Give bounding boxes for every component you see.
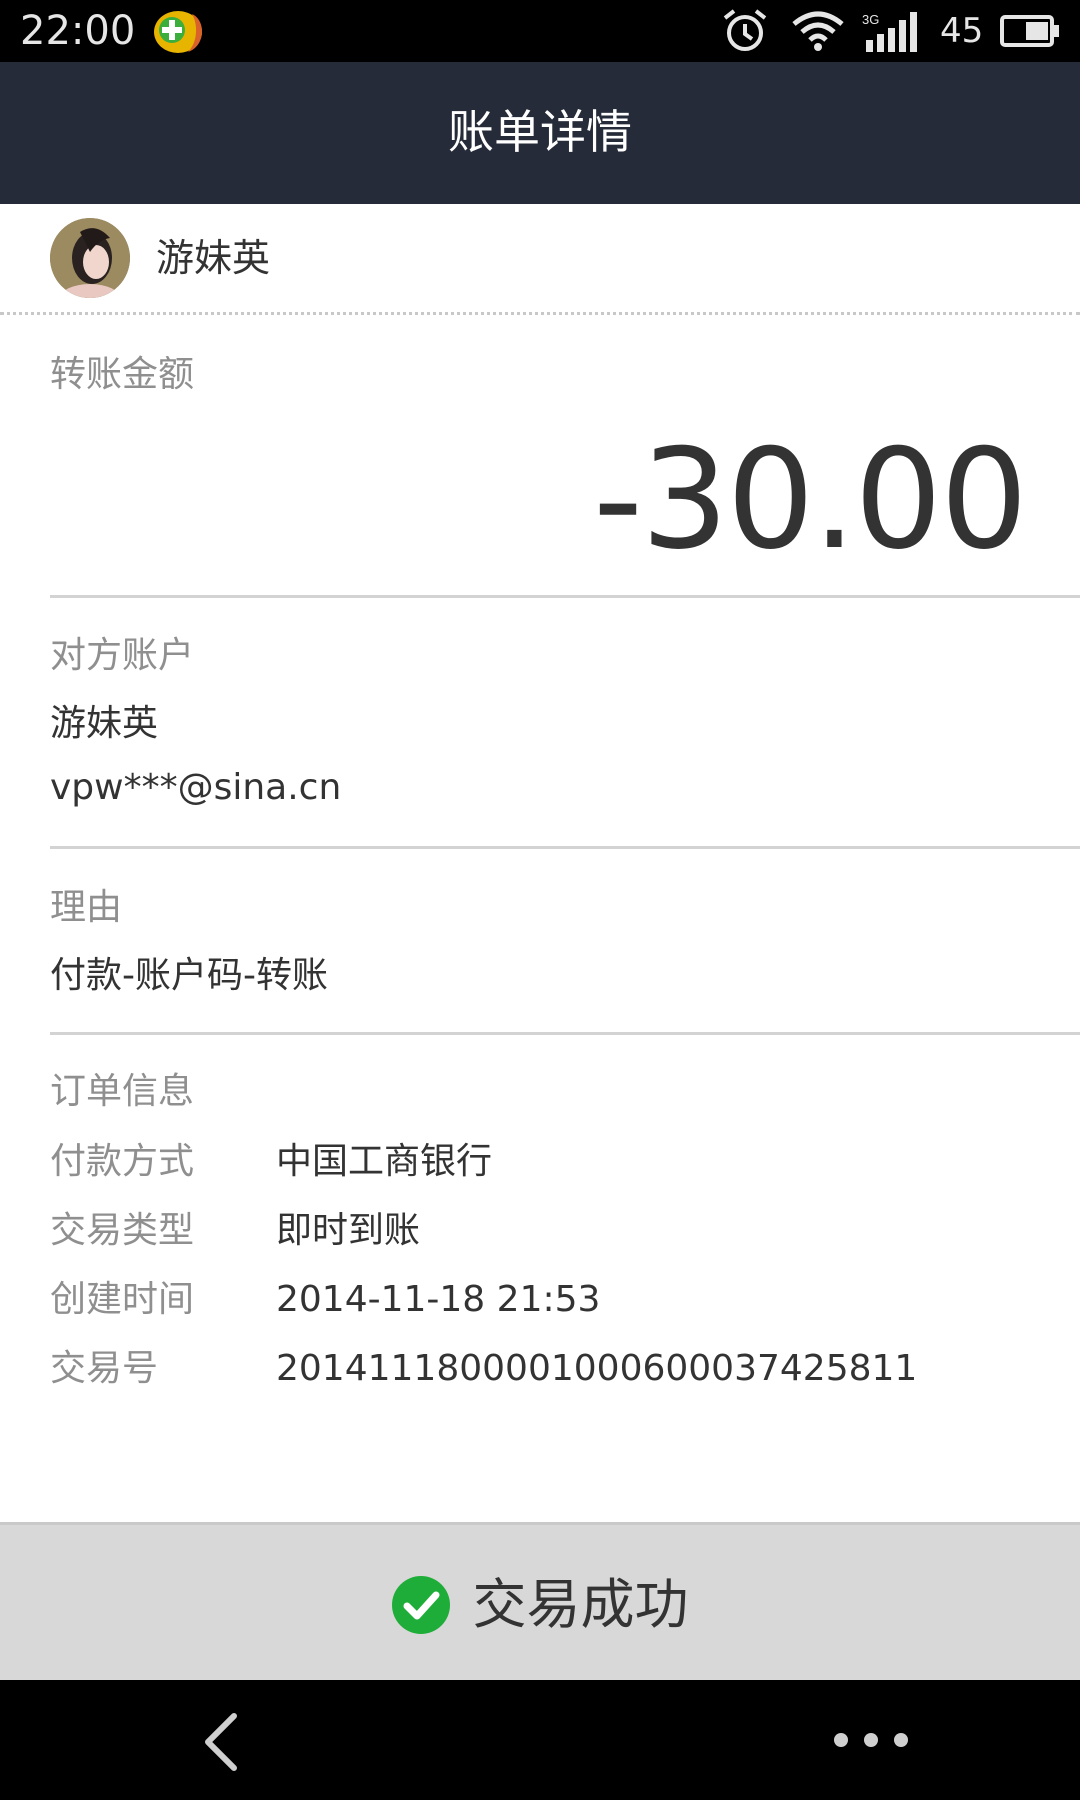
created-time-value: 2014-11-18 21:53 bbox=[276, 1279, 601, 1320]
status-bar: 22:00 3G 45 bbox=[0, 0, 1080, 62]
page-title: 账单详情 bbox=[448, 105, 632, 159]
network-type-label: 3G bbox=[862, 12, 879, 27]
status-text: 交易成功 bbox=[472, 1573, 689, 1636]
divider bbox=[50, 595, 1080, 598]
order-info-label: 订单信息 bbox=[50, 1071, 195, 1112]
wifi-icon bbox=[792, 11, 844, 51]
status-footer: 交易成功 bbox=[0, 1522, 1080, 1683]
title-bar: 账单详情 bbox=[0, 62, 1080, 204]
status-time: 22:00 bbox=[20, 8, 136, 54]
alarm-icon bbox=[723, 9, 767, 51]
counterparty-account: vpw***@sina.cn bbox=[50, 767, 342, 808]
reason-label: 理由 bbox=[50, 887, 123, 928]
payment-method-value: 中国工商银行 bbox=[276, 1141, 493, 1182]
payment-method-label: 付款方式 bbox=[50, 1141, 195, 1182]
transaction-type-value: 即时到账 bbox=[276, 1210, 421, 1251]
avatar bbox=[50, 218, 130, 298]
counterparty-label: 对方账户 bbox=[50, 635, 195, 676]
divider bbox=[50, 846, 1080, 849]
check-circle-icon bbox=[392, 1576, 451, 1634]
transaction-id-label: 交易号 bbox=[50, 1348, 159, 1389]
dotted-divider bbox=[0, 312, 1080, 315]
payee-row[interactable]: 游妹英 bbox=[0, 204, 1080, 314]
divider bbox=[50, 1032, 1080, 1035]
transaction-id-value: 2014111800001000600037425811 bbox=[276, 1348, 918, 1389]
amount-label: 转账金额 bbox=[50, 354, 195, 395]
battery-icon bbox=[1000, 15, 1059, 47]
transfer-amount: -30.00 bbox=[593, 419, 1028, 580]
more-icon[interactable] bbox=[826, 1724, 916, 1756]
navigation-bar bbox=[0, 1680, 1080, 1800]
counterparty-name: 游妹英 bbox=[50, 703, 159, 744]
status-row: 交易成功 bbox=[0, 1573, 1080, 1637]
payee-name: 游妹英 bbox=[156, 236, 271, 280]
signal-icon: 3G bbox=[862, 12, 917, 52]
battery-level: 45 bbox=[940, 11, 984, 51]
back-icon[interactable] bbox=[196, 1710, 246, 1774]
reason-value: 付款-账户码-转账 bbox=[50, 955, 328, 996]
app-notification-icon bbox=[154, 11, 203, 53]
created-time-label: 创建时间 bbox=[50, 1279, 195, 1320]
transaction-type-label: 交易类型 bbox=[50, 1210, 195, 1251]
